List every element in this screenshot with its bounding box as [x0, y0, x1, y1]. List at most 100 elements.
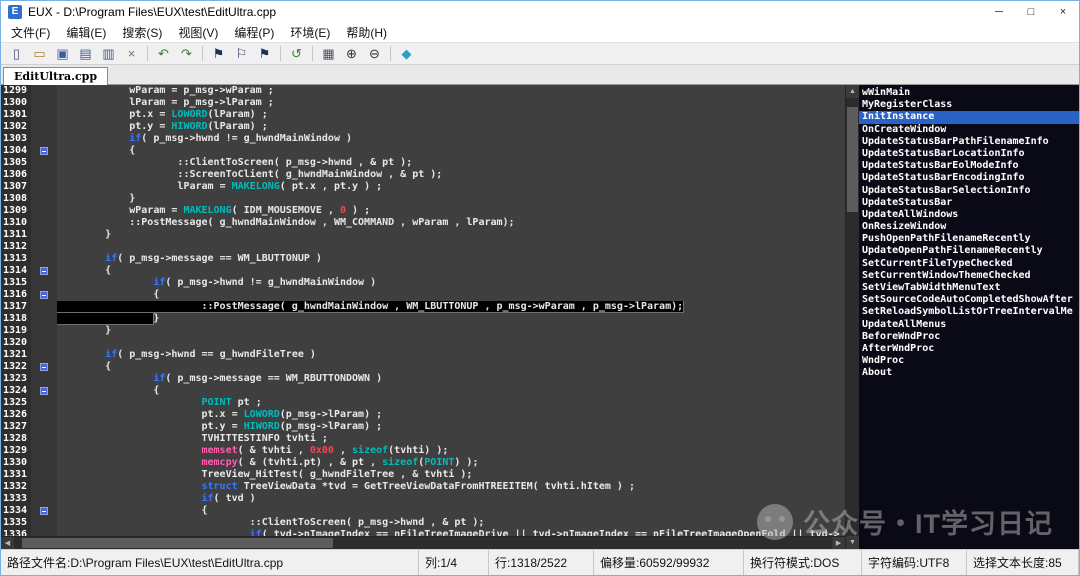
fold-collapse-icon[interactable]: [40, 507, 48, 515]
code-text[interactable]: [57, 241, 845, 253]
minimize-button[interactable]: ─: [983, 1, 1015, 23]
code-text[interactable]: ::PostMessage( g_hwndMainWindow , WM_COM…: [57, 217, 845, 229]
fold-margin[interactable]: [31, 493, 57, 505]
save-as-button[interactable]: ▤: [75, 44, 96, 63]
symbol-item[interactable]: MyRegisterClass: [859, 99, 1079, 111]
fold-margin[interactable]: [31, 133, 57, 145]
zoom-in-button[interactable]: ⊕: [341, 44, 362, 63]
fold-margin[interactable]: [31, 325, 57, 337]
fold-margin[interactable]: [31, 373, 57, 385]
fold-margin[interactable]: [31, 313, 57, 325]
redo-button[interactable]: ↷: [176, 44, 197, 63]
close-file-button[interactable]: ×: [121, 44, 142, 63]
fold-margin[interactable]: [31, 337, 57, 349]
fold-collapse-icon[interactable]: [40, 387, 48, 395]
fold-margin[interactable]: [31, 241, 57, 253]
fold-margin[interactable]: [31, 97, 57, 109]
tab-editultra-cpp[interactable]: EditUltra.cpp: [3, 67, 108, 85]
fold-margin[interactable]: [31, 265, 57, 277]
code-text[interactable]: ::ClientToScreen( p_msg->hwnd , & pt );: [57, 517, 845, 529]
scroll-up-icon[interactable]: ▲: [846, 85, 859, 98]
symbol-item[interactable]: UpdateStatusBarEncodingInfo: [859, 172, 1079, 184]
vertical-scroll-track[interactable]: [846, 98, 859, 536]
code-text[interactable]: }: [57, 229, 845, 241]
new-file-button[interactable]: ▯: [6, 44, 27, 63]
symbol-item[interactable]: OnCreateWindow: [859, 124, 1079, 136]
vertical-scrollbar[interactable]: ▲ ▼: [845, 85, 859, 549]
menu-item-view[interactable]: 视图(V): [170, 24, 226, 41]
fold-margin[interactable]: [31, 421, 57, 433]
fold-margin[interactable]: [31, 157, 57, 169]
code-text[interactable]: {: [57, 385, 845, 397]
symbol-item[interactable]: SetCurrentFileTypeChecked: [859, 258, 1079, 270]
symbol-item[interactable]: SetReloadSymbolListOrTreeIntervalMe: [859, 306, 1079, 318]
symbol-item[interactable]: WndProc: [859, 355, 1079, 367]
fold-margin[interactable]: [31, 205, 57, 217]
fold-margin[interactable]: [31, 289, 57, 301]
code-text[interactable]: if( p_msg->hwnd == g_hwndFileTree ): [57, 349, 845, 361]
fold-margin[interactable]: [31, 469, 57, 481]
symbol-item[interactable]: UpdateStatusBarPathFilenameInfo: [859, 136, 1079, 148]
code-text[interactable]: {: [57, 289, 845, 301]
code-text[interactable]: TVHITTESTINFO tvhti ;: [57, 433, 845, 445]
symbol-item[interactable]: BeforeWndProc: [859, 331, 1079, 343]
menu-item-file[interactable]: 文件(F): [3, 24, 58, 41]
next-bookmark-button[interactable]: ⚑: [254, 44, 275, 63]
code-text[interactable]: lParam = MAKELONG( pt.x , pt.y ) ;: [57, 181, 845, 193]
symbol-item[interactable]: InitInstance: [859, 111, 1079, 123]
undo-button[interactable]: ↶: [153, 44, 174, 63]
horizontal-scroll-thumb[interactable]: [22, 538, 333, 548]
horizontal-scroll-track[interactable]: [14, 537, 832, 549]
code-text[interactable]: pt.x = LOWORD(lParam) ;: [57, 109, 845, 121]
maximize-button[interactable]: □: [1015, 1, 1047, 23]
fold-margin[interactable]: [31, 409, 57, 421]
code-text[interactable]: struct TreeViewData *tvd = GetTreeViewDa…: [57, 481, 845, 493]
fold-margin[interactable]: [31, 253, 57, 265]
menu-item-program[interactable]: 编程(P): [226, 24, 282, 41]
symbol-item[interactable]: SetSourceCodeAutoCompletedShowAfter: [859, 294, 1079, 306]
code-text[interactable]: pt.x = LOWORD(p_msg->lParam) ;: [57, 409, 845, 421]
symbol-item[interactable]: UpdateOpenPathFilenameRecently: [859, 245, 1079, 257]
code-text[interactable]: TreeView_HitTest( g_hwndFileTree , & tvh…: [57, 469, 845, 481]
fold-margin[interactable]: [31, 229, 57, 241]
code-text[interactable]: if( p_msg->hwnd != g_hwndMainWindow ): [57, 277, 845, 289]
fold-margin[interactable]: [31, 121, 57, 133]
menu-item-edit[interactable]: 编辑(E): [58, 24, 114, 41]
code-area[interactable]: 1299 wParam = p_msg->wParam ;1300 lParam…: [1, 85, 845, 536]
menu-item-environment[interactable]: 环境(E): [282, 24, 338, 41]
code-text[interactable]: }: [57, 313, 845, 325]
close-button[interactable]: ×: [1047, 1, 1079, 23]
symbol-item[interactable]: SetCurrentWindowThemeChecked: [859, 270, 1079, 282]
symbol-item[interactable]: UpdateStatusBarSelectionInfo: [859, 185, 1079, 197]
scroll-down-icon[interactable]: ▼: [846, 536, 859, 549]
fold-collapse-icon[interactable]: [40, 363, 48, 371]
code-text[interactable]: {: [57, 145, 845, 157]
symbol-item[interactable]: AfterWndProc: [859, 343, 1079, 355]
fold-margin[interactable]: [31, 529, 57, 536]
fold-margin[interactable]: [31, 505, 57, 517]
toggle-bookmark-button[interactable]: ⚑: [208, 44, 229, 63]
horizontal-scrollbar[interactable]: ◀ ▶: [1, 536, 845, 549]
code-text[interactable]: ::ClientToScreen( p_msg->hwnd , & pt );: [57, 157, 845, 169]
fold-margin[interactable]: [31, 445, 57, 457]
symbol-item[interactable]: About: [859, 367, 1079, 379]
fold-margin[interactable]: [31, 277, 57, 289]
menu-item-help[interactable]: 帮助(H): [338, 24, 395, 41]
code-text[interactable]: memset( & tvhti , 0x00 , sizeof(tvhti) )…: [57, 445, 845, 457]
symbol-item[interactable]: OnResizeWindow: [859, 221, 1079, 233]
code-text[interactable]: ::ScreenToClient( g_hwndMainWindow , & p…: [57, 169, 845, 181]
save-file-button[interactable]: ▣: [52, 44, 73, 63]
fold-collapse-icon[interactable]: [40, 267, 48, 275]
fold-margin[interactable]: [31, 109, 57, 121]
code-text[interactable]: pt.y = HIWORD(lParam) ;: [57, 121, 845, 133]
code-text[interactable]: ::PostMessage( g_hwndMainWindow , WM_LBU…: [57, 301, 845, 313]
code-text[interactable]: }: [57, 193, 845, 205]
code-text[interactable]: {: [57, 265, 845, 277]
symbol-item[interactable]: UpdateAllMenus: [859, 319, 1079, 331]
menu-item-search[interactable]: 搜索(S): [114, 24, 170, 41]
code-text[interactable]: wParam = MAKELONG( IDM_MOUSEMOVE , 0 ) ;: [57, 205, 845, 217]
code-text[interactable]: if( p_msg->message == WM_RBUTTONDOWN ): [57, 373, 845, 385]
fold-margin[interactable]: [31, 385, 57, 397]
fold-collapse-icon[interactable]: [40, 291, 48, 299]
fold-margin[interactable]: [31, 457, 57, 469]
